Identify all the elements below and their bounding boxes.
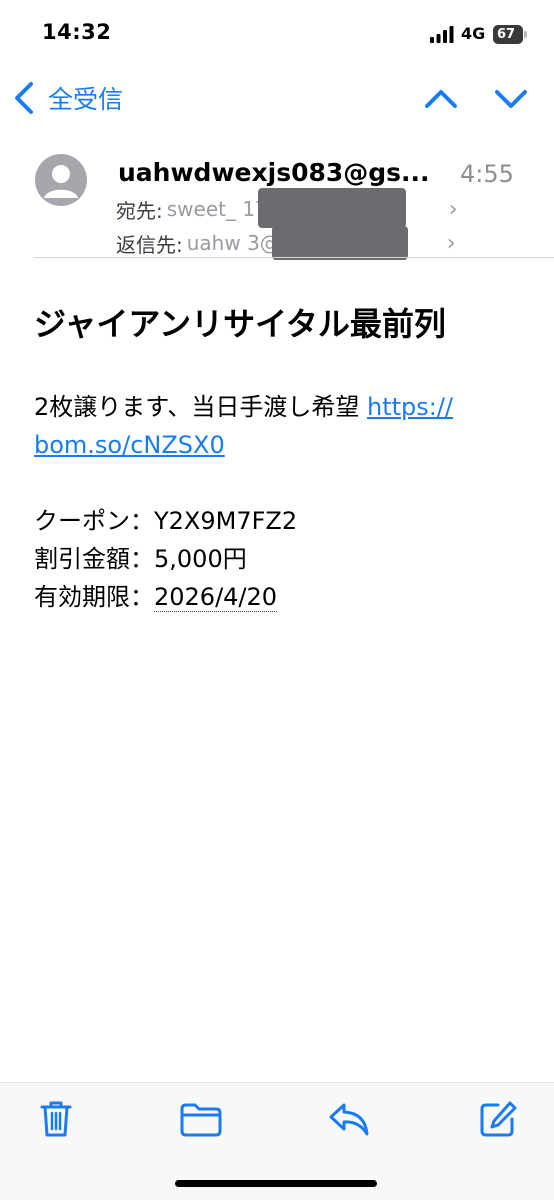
header-divider <box>34 257 554 258</box>
mail-subject: ジャイアンリサイタル最前列 <box>34 305 446 343</box>
message-paragraph: 2枚譲ります、当日手渡し希望 https:// bom.so/cNZSX0 <box>34 388 534 464</box>
compose-icon[interactable] <box>476 1097 520 1141</box>
redaction-block <box>258 188 406 228</box>
mail-header: uahwdwexjs083@gs... 4:55 宛先: sweet_ 177.… <box>0 128 554 260</box>
expiry-value[interactable]: 2026/4/20 <box>154 583 278 612</box>
redaction-block <box>272 226 408 260</box>
status-bar: 14:32 4G 67 <box>0 0 554 70</box>
coupon-line: クーポン：Y2X9M7FZ2 <box>34 502 534 540</box>
signal-icon <box>430 26 454 43</box>
avatar[interactable] <box>35 154 87 206</box>
expiry-line: 有効期限：2026/4/20 <box>34 578 534 616</box>
reply-to-label: 返信先: <box>116 232 183 257</box>
battery-level: 67 <box>496 27 516 42</box>
network-type: 4G <box>461 24 486 43</box>
to-label: 宛先: <box>116 198 163 223</box>
chevron-right-icon: › <box>446 230 456 256</box>
expiry-label: 有効期限： <box>34 583 154 611</box>
status-time: 14:32 <box>42 20 112 44</box>
coupon-label: クーポン： <box>34 507 154 535</box>
trash-icon[interactable] <box>34 1097 78 1141</box>
person-icon <box>44 165 78 198</box>
message-text: 2枚譲ります、当日手渡し希望 <box>34 393 367 421</box>
back-button[interactable]: 全受信 <box>12 78 123 118</box>
folder-icon[interactable] <box>178 1097 224 1141</box>
chevron-up-icon[interactable] <box>423 82 459 114</box>
battery-icon: 67 <box>493 25 523 44</box>
home-indicator <box>175 1180 377 1187</box>
coupon-value: Y2X9M7FZ2 <box>154 507 298 535</box>
battery-tip <box>524 31 527 38</box>
back-label: 全受信 <box>48 85 124 114</box>
chevron-down-icon[interactable] <box>493 82 529 114</box>
nav-bar: 全受信 <box>0 70 554 126</box>
chevron-right-icon: › <box>448 196 458 222</box>
link-part-2: bom.so/cNZSX0 <box>34 431 225 459</box>
reply-icon[interactable] <box>326 1097 372 1141</box>
discount-value: 5,000円 <box>154 545 247 573</box>
received-time: 4:55 <box>460 160 514 188</box>
discount-label: 割引金額： <box>34 545 154 573</box>
discount-line: 割引金額：5,000円 <box>34 540 534 578</box>
link-part-1: https:// <box>366 393 454 421</box>
coupon-details: クーポン：Y2X9M7FZ2 割引金額：5,000円 有効期限：2026/4/2… <box>34 502 534 616</box>
sender-address[interactable]: uahwdwexjs083@gs... <box>118 158 453 187</box>
chevron-left-icon <box>15 82 33 114</box>
